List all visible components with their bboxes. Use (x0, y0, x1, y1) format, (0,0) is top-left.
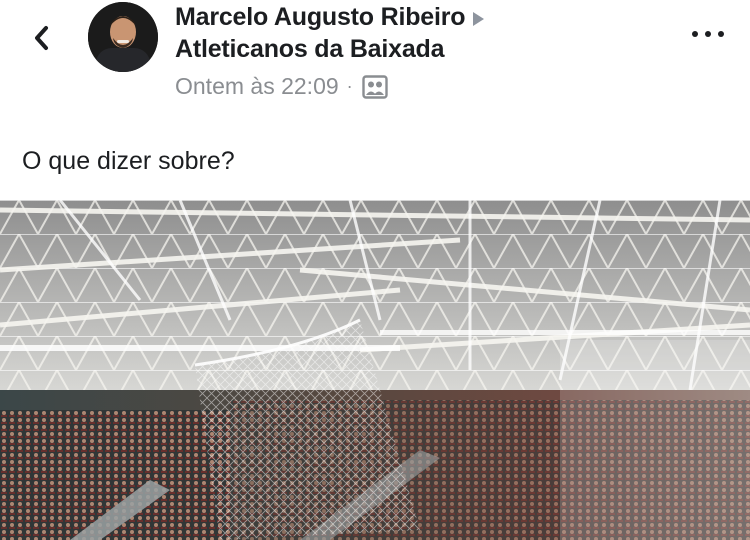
stadium-image (0, 200, 750, 540)
group-name[interactable]: Atleticanos da Baixada (175, 33, 484, 65)
author-name[interactable]: Marcelo Augusto Ribeiro (175, 2, 466, 33)
stadium-photo[interactable] (0, 200, 750, 540)
avatar[interactable] (88, 2, 158, 72)
chevron-left-icon (35, 26, 48, 50)
author-row: Marcelo Augusto Ribeiro (175, 2, 485, 33)
group-icon (361, 74, 388, 99)
back-button[interactable] (26, 18, 60, 58)
right-arrow-icon (473, 11, 485, 26)
more-options-icon (692, 31, 698, 37)
post-header: Marcelo Augusto Ribeiro Atleticanos da B… (0, 0, 750, 120)
post-meta: Marcelo Augusto Ribeiro Atleticanos da B… (175, 2, 485, 100)
post-timestamp[interactable]: Ontem às 22:09 (175, 73, 339, 100)
more-options-button[interactable] (692, 24, 724, 44)
avatar-image (88, 2, 158, 72)
timestamp-row: Ontem às 22:09 · (175, 73, 484, 100)
post-text: O que dizer sobre? (22, 147, 235, 175)
separator-dot: · (346, 76, 353, 96)
